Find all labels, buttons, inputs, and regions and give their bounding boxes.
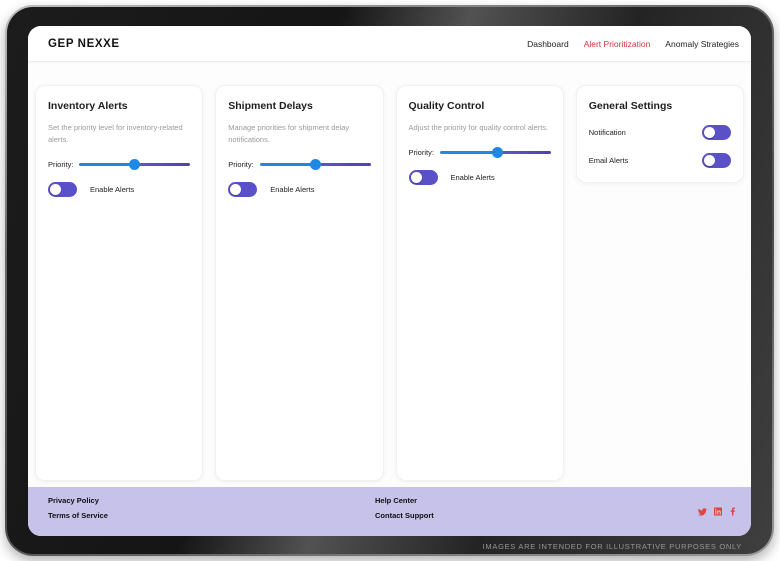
card-title: Shipment Delays: [228, 100, 370, 112]
toggle-row: Enable Alerts: [228, 182, 370, 197]
enable-alerts-toggle[interactable]: [409, 170, 438, 185]
toggle-knob: [230, 184, 241, 195]
priority-row: Priority:: [228, 159, 370, 170]
slider-track-inactive: [315, 163, 370, 166]
card-description: Manage priorities for shipment delay not…: [228, 122, 370, 146]
priority-row: Priority:: [48, 159, 190, 170]
toggle-row: Enable Alerts: [48, 182, 190, 197]
contact-support-link[interactable]: Contact Support: [375, 511, 434, 520]
card-quality-control: Quality Control Adjust the priority for …: [396, 85, 564, 481]
social-links: [698, 507, 737, 516]
nav-anomaly-strategies[interactable]: Anomaly Strategies: [665, 39, 739, 49]
toggle-knob: [704, 155, 715, 166]
priority-label: Priority:: [48, 160, 73, 169]
app-header: GEP NEXXE Dashboard Alert Prioritization…: [28, 26, 751, 62]
tablet-bezel: GEP NEXXE Dashboard Alert Prioritization…: [7, 7, 772, 554]
card-title: Inventory Alerts: [48, 100, 190, 112]
settings-row-email-alerts: Email Alerts: [589, 153, 731, 168]
illustrative-disclaimer: IMAGES ARE INTENDED FOR ILLUSTRATIVE PUR…: [483, 542, 742, 551]
notification-toggle[interactable]: [702, 125, 731, 140]
main-content: Inventory Alerts Set the priority level …: [28, 62, 751, 487]
logo-gep-nexxe: GEP NEXXE: [48, 38, 120, 50]
slider-thumb[interactable]: [492, 147, 503, 158]
card-general-settings: General Settings Notification Email Aler…: [576, 85, 744, 183]
settings-row-notification: Notification: [589, 125, 731, 140]
card-title: Quality Control: [409, 100, 551, 112]
priority-row: Priority:: [409, 147, 551, 158]
slider-track-inactive: [498, 151, 551, 154]
toggle-label: Enable Alerts: [270, 185, 314, 194]
slider-thumb[interactable]: [129, 159, 140, 170]
toggle-label: Enable Alerts: [90, 185, 134, 194]
terms-of-service-link[interactable]: Terms of Service: [48, 511, 108, 520]
nav-alert-prioritization[interactable]: Alert Prioritization: [584, 39, 651, 49]
priority-slider[interactable]: [440, 147, 551, 158]
priority-slider[interactable]: [79, 159, 190, 170]
toggle-knob: [411, 172, 422, 183]
slider-track-active: [79, 163, 134, 166]
settings-label: Notification: [589, 128, 626, 137]
top-nav: Dashboard Alert Prioritization Anomaly S…: [527, 39, 739, 49]
nav-dashboard[interactable]: Dashboard: [527, 39, 569, 49]
privacy-policy-link[interactable]: Privacy Policy: [48, 496, 108, 505]
card-shipment-delays: Shipment Delays Manage priorities for sh…: [215, 85, 383, 481]
toggle-knob: [704, 127, 715, 138]
twitter-icon[interactable]: [698, 507, 707, 516]
toggle-label: Enable Alerts: [451, 173, 495, 182]
priority-label: Priority:: [228, 160, 253, 169]
app-screen: GEP NEXXE Dashboard Alert Prioritization…: [28, 26, 751, 536]
settings-label: Email Alerts: [589, 156, 629, 165]
enable-alerts-toggle[interactable]: [48, 182, 77, 197]
slider-track-inactive: [135, 163, 190, 166]
priority-label: Priority:: [409, 148, 434, 157]
email-alerts-toggle[interactable]: [702, 153, 731, 168]
card-description: Adjust the priority for quality control …: [409, 122, 551, 134]
app-footer: Privacy Policy Terms of Service Help Cen…: [28, 487, 751, 536]
priority-slider[interactable]: [260, 159, 371, 170]
slider-track-active: [440, 151, 498, 154]
toggle-row: Enable Alerts: [409, 170, 551, 185]
slider-track-active: [260, 163, 315, 166]
enable-alerts-toggle[interactable]: [228, 182, 257, 197]
tablet-device-frame: GEP NEXXE Dashboard Alert Prioritization…: [5, 5, 774, 556]
card-description: Set the priority level for inventory-rel…: [48, 122, 190, 146]
card-inventory-alerts: Inventory Alerts Set the priority level …: [35, 85, 203, 481]
footer-links-left: Privacy Policy Terms of Service: [48, 496, 108, 520]
footer-links-middle: Help Center Contact Support: [375, 496, 434, 520]
help-center-link[interactable]: Help Center: [375, 496, 434, 505]
linkedin-icon[interactable]: [714, 508, 722, 516]
card-title: General Settings: [589, 100, 731, 112]
toggle-knob: [50, 184, 61, 195]
facebook-icon[interactable]: [729, 508, 737, 516]
slider-thumb[interactable]: [310, 159, 321, 170]
